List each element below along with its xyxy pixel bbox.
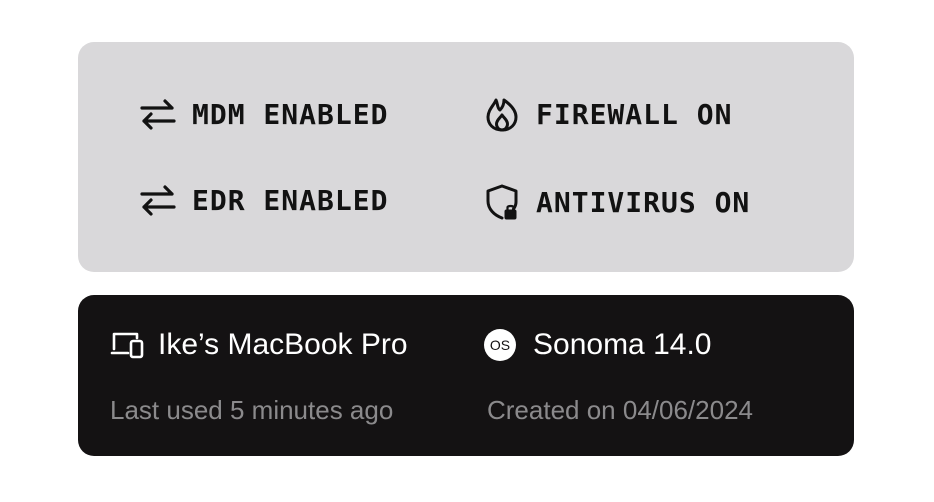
status-mdm: MDM ENABLED: [138, 94, 388, 134]
status-antivirus: ANTIVIRUS ON: [482, 182, 750, 222]
flame-icon: [482, 94, 522, 134]
os-badge-icon: OS: [484, 329, 516, 361]
device-card: Ike’s MacBook Pro OS Sonoma 14.0 Last us…: [78, 295, 854, 456]
os-row: OS Sonoma 14.0: [484, 328, 711, 362]
device-name: Ike’s MacBook Pro: [158, 328, 408, 361]
device-name-row: Ike’s MacBook Pro: [110, 328, 408, 362]
status-label: MDM ENABLED: [192, 97, 389, 131]
devices-icon: [110, 329, 146, 361]
arrows-swap-icon: [138, 94, 178, 134]
arrows-swap-icon: [138, 180, 178, 220]
os-version: Sonoma 14.0: [533, 328, 712, 361]
created-on: Created on 04/06/2024: [487, 395, 753, 425]
shield-lock-icon: [482, 182, 522, 222]
status-label: ANTIVIRUS ON: [536, 185, 751, 219]
status-label: FIREWALL ON: [536, 97, 733, 131]
status-label: EDR ENABLED: [192, 183, 389, 217]
last-used: Last used 5 minutes ago: [110, 395, 394, 425]
security-status-card: MDM ENABLED FIREWALL ON EDR ENABLED ANTI…: [78, 42, 854, 272]
status-firewall: FIREWALL ON: [482, 94, 732, 134]
status-edr: EDR ENABLED: [138, 180, 388, 220]
